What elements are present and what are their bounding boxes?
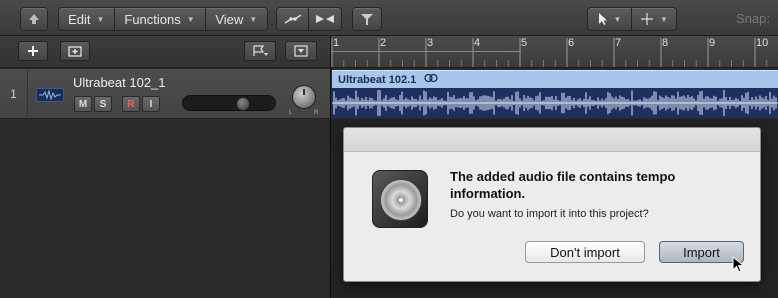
cycle-region-line [331, 51, 521, 52]
view-menu[interactable]: View ▼ [206, 8, 267, 30]
catch-button[interactable] [352, 7, 382, 31]
chevron-down-icon: ▼ [249, 14, 258, 24]
flex-icon [316, 15, 334, 23]
crosshair-tool-icon [641, 13, 654, 25]
bar-number: 5 [521, 37, 528, 49]
flex-button[interactable] [309, 8, 341, 30]
tools-segment: ▼ ▼ [587, 7, 677, 31]
bar-number: 8 [662, 37, 669, 49]
add-track-icon [28, 46, 38, 56]
logic-app-icon [372, 170, 428, 228]
control-bar: Edit ▼ Functions ▼ View ▼ ▼ ▼ Snap: [0, 0, 778, 36]
track-list-empty-area [0, 120, 330, 298]
loop-icon [424, 73, 438, 86]
back-arrow-icon [29, 14, 39, 24]
pointer-tool[interactable]: ▼ [588, 8, 633, 30]
snap-label: Snap: [736, 11, 770, 26]
dialog-message: Do you want to import it into this proje… [450, 208, 649, 220]
pan-right-label: R [314, 110, 319, 116]
track-name[interactable]: Ultrabeat 102_1 [73, 75, 166, 90]
track-instrument-icon [36, 88, 64, 102]
volume-slider-knob[interactable] [236, 97, 250, 111]
volume-slider[interactable] [182, 95, 276, 111]
crosshair-tool[interactable]: ▼ [632, 8, 676, 30]
bar-number: 3 [427, 37, 434, 49]
pan-knob[interactable] [292, 85, 316, 109]
new-folder-icon [68, 46, 82, 57]
automation-segment [276, 7, 342, 31]
functions-menu[interactable]: Functions ▼ [115, 8, 206, 30]
chevron-down-icon: ▼ [613, 14, 622, 24]
automation-icon [284, 14, 301, 24]
audio-region-header[interactable]: Ultrabeat 102.1 [332, 70, 778, 88]
chevron-down-icon: ▼ [186, 14, 195, 24]
mute-button[interactable]: M [74, 96, 92, 112]
new-folder-button[interactable] [60, 41, 90, 61]
chevron-down-icon: ▼ [660, 14, 668, 24]
download-icon [294, 45, 308, 57]
bar-number: 2 [380, 37, 387, 49]
bar-number: 7 [615, 37, 622, 49]
bar-number: 4 [474, 37, 481, 49]
flag-icon [253, 45, 268, 56]
menu-segment: Edit ▼ Functions ▼ View ▼ [58, 7, 268, 31]
bar-number: 9 [709, 37, 716, 49]
bar-number: 10 [756, 37, 769, 49]
bar-number: 1 [333, 37, 340, 49]
dialog-titlebar [344, 128, 760, 152]
bar-ruler[interactable]: 1 2 3 4 5 6 7 8 9 10 [331, 36, 778, 68]
bar-number: 6 [568, 37, 575, 49]
catch-icon [361, 14, 373, 25]
dont-import-button[interactable]: Don't import [525, 241, 645, 263]
add-track-button[interactable] [18, 41, 48, 61]
record-enable-button[interactable]: R [122, 96, 140, 112]
download-button[interactable] [285, 41, 317, 61]
waveform-graphic [332, 90, 778, 116]
back-button[interactable] [20, 7, 48, 31]
dialog-title: The added audio file contains tempo info… [450, 169, 676, 201]
region-name: Ultrabeat 102.1 [338, 73, 417, 86]
import-tempo-dialog: The added audio file contains tempo info… [343, 127, 761, 282]
audio-waveform[interactable] [332, 88, 778, 118]
chevron-down-icon: ▼ [96, 14, 105, 24]
input-monitor-button[interactable]: I [142, 96, 160, 112]
pan-left-label: L [289, 110, 293, 116]
mouse-cursor-icon [732, 256, 745, 273]
edit-menu[interactable]: Edit ▼ [59, 8, 115, 30]
automation-button[interactable] [277, 8, 310, 30]
solo-button[interactable]: S [94, 96, 112, 112]
platinum-disc [380, 179, 422, 221]
track-number: 1 [0, 69, 28, 119]
track-header-toolbar [0, 36, 330, 68]
track-header[interactable]: 1 Ultrabeat 102_1 M S R I [0, 69, 330, 119]
pointer-tool-icon [598, 13, 607, 25]
flag-button[interactable] [244, 41, 276, 61]
